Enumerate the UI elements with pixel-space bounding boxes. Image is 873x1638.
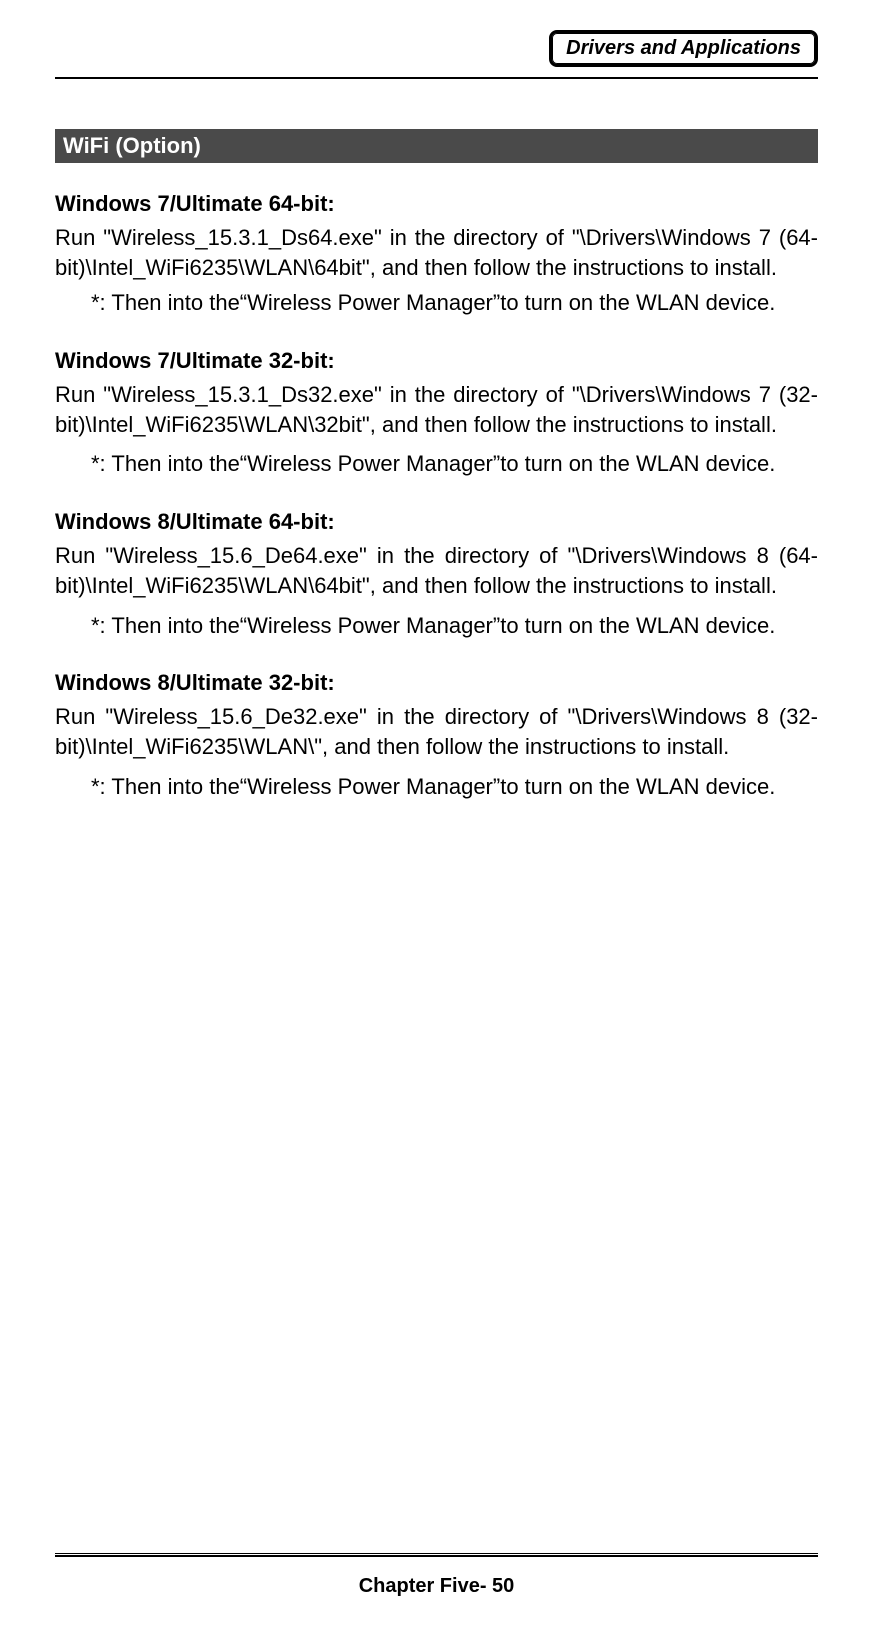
instruction-block: Windows 7/Ultimate 32-bit: Run "Wireless… [55,348,818,479]
block-paragraph: Run "Wireless_15.3.1_Ds64.exe" in the di… [55,223,818,282]
block-note: *: Then into the“Wireless Power Manager”… [55,611,818,641]
block-heading: Windows 7/Ultimate 32-bit: [55,348,818,374]
header-row: Drivers and Applications [55,30,818,77]
block-paragraph: Run "Wireless_15.6_De64.exe" in the dire… [55,541,818,600]
section-title-bar: WiFi (Option) [55,129,818,163]
block-note: *: Then into the“Wireless Power Manager”… [55,288,818,318]
instruction-block: Windows 8/Ultimate 32-bit: Run "Wireless… [55,670,818,801]
chapter-title-box: Drivers and Applications [549,30,818,67]
block-paragraph: Run "Wireless_15.3.1_Ds32.exe" in the di… [55,380,818,439]
header-rule [55,77,818,79]
block-note: *: Then into the“Wireless Power Manager”… [55,772,818,802]
instruction-block: Windows 8/Ultimate 64-bit: Run "Wireless… [55,509,818,640]
instruction-block: Windows 7/Ultimate 64-bit: Run "Wireless… [55,191,818,318]
block-paragraph: Run "Wireless_15.6_De32.exe" in the dire… [55,702,818,761]
page-footer: Chapter Five- 50 [55,1553,818,1598]
chapter-title-text: Drivers and Applications [566,37,801,59]
block-note: *: Then into the“Wireless Power Manager”… [55,449,818,479]
section-title-text: WiFi (Option) [63,133,201,158]
footer-page-label: Chapter Five- 50 [55,1575,818,1598]
footer-rule [55,1553,818,1557]
block-heading: Windows 7/Ultimate 64-bit: [55,191,818,217]
block-heading: Windows 8/Ultimate 64-bit: [55,509,818,535]
block-heading: Windows 8/Ultimate 32-bit: [55,670,818,696]
